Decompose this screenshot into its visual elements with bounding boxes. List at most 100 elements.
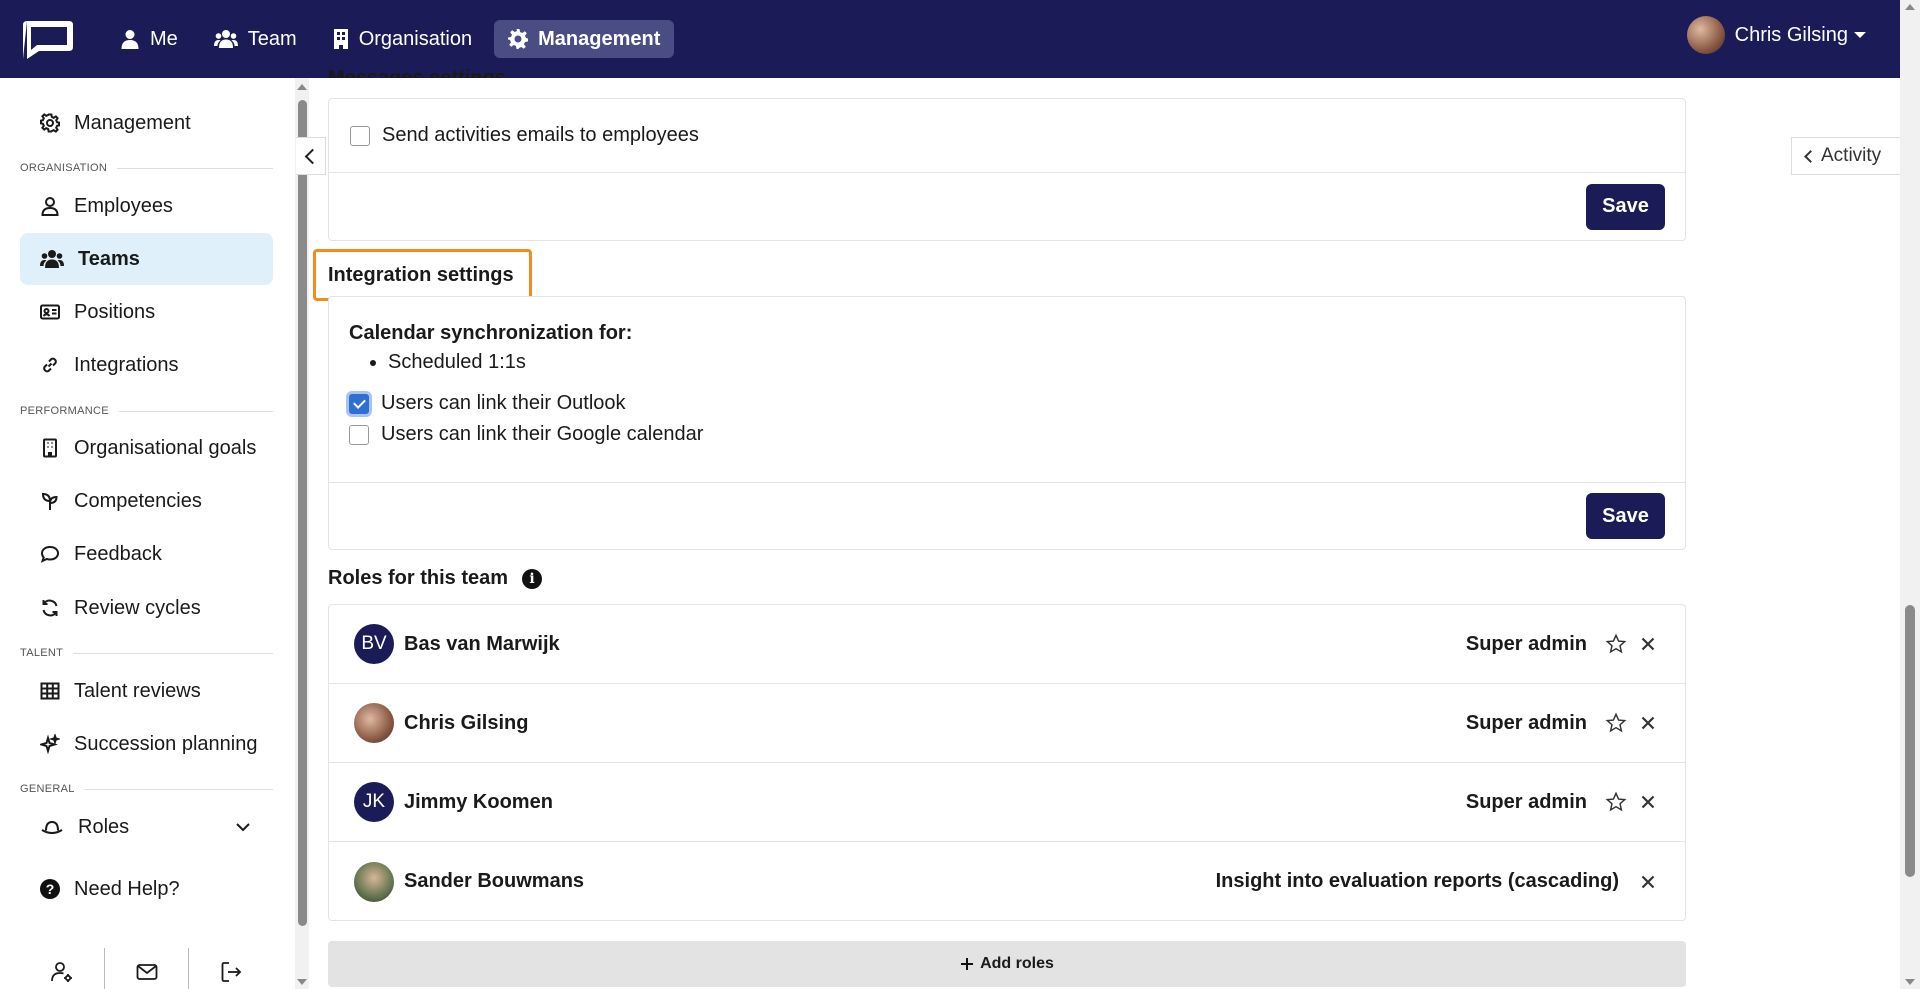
- remove-role-button[interactable]: [1635, 789, 1661, 815]
- grid-icon: [40, 682, 60, 700]
- hat-icon: [41, 820, 63, 834]
- role-row: JK Jimmy Koomen Super admin: [329, 763, 1685, 842]
- role-label: Super admin: [1465, 790, 1587, 813]
- send-activities-emails-checkbox[interactable]: [350, 125, 370, 146]
- sidebar-section-general: GENERAL: [20, 783, 273, 795]
- role-person-name: Jimmy Koomen: [404, 790, 553, 813]
- star-button[interactable]: [1603, 789, 1629, 815]
- sidebar-scrollbar-thumb[interactable]: [298, 100, 307, 926]
- star-button[interactable]: [1603, 631, 1629, 657]
- star-icon: [1605, 791, 1627, 812]
- sidebar-item-competencies-label: Competencies: [74, 489, 202, 512]
- sidebar-item-feedback[interactable]: Feedback: [20, 528, 273, 580]
- scroll-down-arrow-icon[interactable]: [297, 979, 307, 985]
- sidebar-item-feedback-label: Feedback: [74, 542, 162, 565]
- google-calendar-label: Users can link their Google calendar: [381, 423, 704, 445]
- sidebar-item-management-label: Management: [74, 111, 191, 134]
- remove-role-button[interactable]: [1635, 869, 1661, 895]
- integration-save-button[interactable]: Save: [1586, 493, 1665, 539]
- sidebar-item-organisational-goals[interactable]: Organisational goals: [20, 422, 273, 474]
- gear-icon: [508, 29, 529, 49]
- sidebar-item-competencies[interactable]: Competencies: [20, 475, 273, 527]
- remove-role-button[interactable]: [1635, 631, 1661, 657]
- section-label: TALENT: [20, 647, 64, 659]
- sidebar-item-positions[interactable]: Positions: [20, 286, 273, 338]
- user-avatar: [1686, 16, 1725, 54]
- messages-save-button[interactable]: Save: [1586, 183, 1665, 230]
- sparkles-icon: [40, 734, 60, 754]
- nav-organisation[interactable]: Organisation: [319, 20, 486, 58]
- logout-button[interactable]: [189, 948, 273, 989]
- nav-me-label: Me: [150, 27, 178, 50]
- person-icon: [121, 30, 139, 49]
- collapse-sidebar-button[interactable]: [296, 137, 326, 175]
- scroll-down-arrow-icon[interactable]: [1905, 979, 1915, 985]
- activity-panel-toggle[interactable]: Activity: [1791, 137, 1900, 175]
- add-roles-button[interactable]: Add roles: [328, 941, 1686, 987]
- messages-card-footer: Save: [329, 172, 1685, 240]
- sidebar-item-management[interactable]: Management: [20, 97, 273, 149]
- sidebar-item-succession-planning[interactable]: Succession planning: [20, 718, 273, 770]
- nav-team-label: Team: [247, 27, 297, 50]
- google-calendar-checkbox[interactable]: [349, 424, 369, 445]
- integration-card-footer: Save: [329, 482, 1685, 549]
- outlook-checkbox[interactable]: [349, 393, 369, 414]
- role-label: Super admin: [1465, 632, 1587, 655]
- sidebar-item-help-label: Need Help?: [74, 877, 180, 900]
- sidebar-item-roles[interactable]: Roles: [20, 801, 273, 853]
- sidebar-item-employees[interactable]: Employees: [20, 180, 273, 232]
- messages-settings-title: Messages settings: [328, 67, 506, 78]
- nav-team[interactable]: Team: [200, 20, 311, 58]
- google-calendar-option[interactable]: Users can link their Google calendar: [349, 423, 1685, 446]
- chevron-down-icon: [236, 823, 250, 832]
- sidebar-item-integrations[interactable]: Integrations: [20, 339, 273, 391]
- star-icon: [1605, 712, 1627, 733]
- user-settings-button[interactable]: [20, 948, 104, 989]
- send-activities-emails-label: Send activities emails to employees: [382, 124, 699, 146]
- sidebar-item-teams-label: Teams: [78, 247, 140, 270]
- activity-label: Activity: [1821, 145, 1882, 166]
- close-icon: [1641, 795, 1655, 809]
- sidebar-item-teams[interactable]: Teams: [20, 233, 273, 285]
- sidebar-item-help[interactable]: ? Need Help?: [20, 863, 273, 915]
- scroll-up-arrow-icon[interactable]: [1905, 4, 1915, 10]
- sidebar-item-talent-reviews-label: Talent reviews: [74, 679, 201, 702]
- role-row: Sander Bouwmans Insight into evaluation …: [329, 842, 1685, 921]
- link-icon: [43, 357, 57, 373]
- sidebar-section-performance: PERFORMANCE: [20, 405, 273, 417]
- chevron-left-icon: [1804, 149, 1817, 163]
- messages-button[interactable]: [105, 948, 189, 989]
- sidebar-scrollbar[interactable]: [295, 78, 309, 989]
- send-activities-emails-option[interactable]: Send activities emails to employees: [350, 124, 699, 147]
- avatar: [354, 703, 394, 743]
- scroll-up-arrow-icon[interactable]: [297, 84, 307, 90]
- app-logo[interactable]: [19, 17, 77, 61]
- sidebar-item-integrations-label: Integrations: [74, 353, 179, 376]
- messages-settings-card: Send activities emails to employees Save: [328, 98, 1686, 241]
- page-scrollbar[interactable]: [1900, 0, 1920, 989]
- info-icon[interactable]: i: [522, 568, 543, 589]
- id-card-icon: [40, 304, 60, 320]
- add-roles-label: Add roles: [980, 955, 1054, 972]
- sidebar-item-talent-reviews[interactable]: Talent reviews: [20, 665, 273, 717]
- sidebar-item-employees-label: Employees: [74, 194, 173, 217]
- logo-icon: [23, 21, 73, 59]
- user-name: Chris Gilsing: [1734, 23, 1848, 46]
- role-label: Insight into evaluation reports (cascadi…: [1215, 870, 1619, 892]
- sidebar-item-review-cycles-label: Review cycles: [74, 596, 201, 619]
- nav-management[interactable]: Management: [494, 20, 675, 58]
- role-person-name: Chris Gilsing: [404, 711, 529, 734]
- page-scrollbar-thumb[interactable]: [1905, 605, 1915, 877]
- sidebar-section-organisation: ORGANISATION: [20, 162, 273, 174]
- sidebar-item-review-cycles[interactable]: Review cycles: [20, 582, 273, 634]
- nav-management-label: Management: [538, 27, 661, 50]
- person-outline-icon: [41, 197, 59, 216]
- nav-me[interactable]: Me: [106, 20, 192, 58]
- outlook-option[interactable]: Users can link their Outlook: [349, 392, 1685, 415]
- logout-icon: [221, 962, 242, 982]
- star-button[interactable]: [1603, 710, 1629, 736]
- sidebar-item-roles-label: Roles: [78, 815, 130, 838]
- nav-organisation-label: Organisation: [358, 27, 473, 50]
- remove-role-button[interactable]: [1635, 710, 1661, 736]
- user-menu[interactable]: Chris Gilsing: [1686, 16, 1866, 54]
